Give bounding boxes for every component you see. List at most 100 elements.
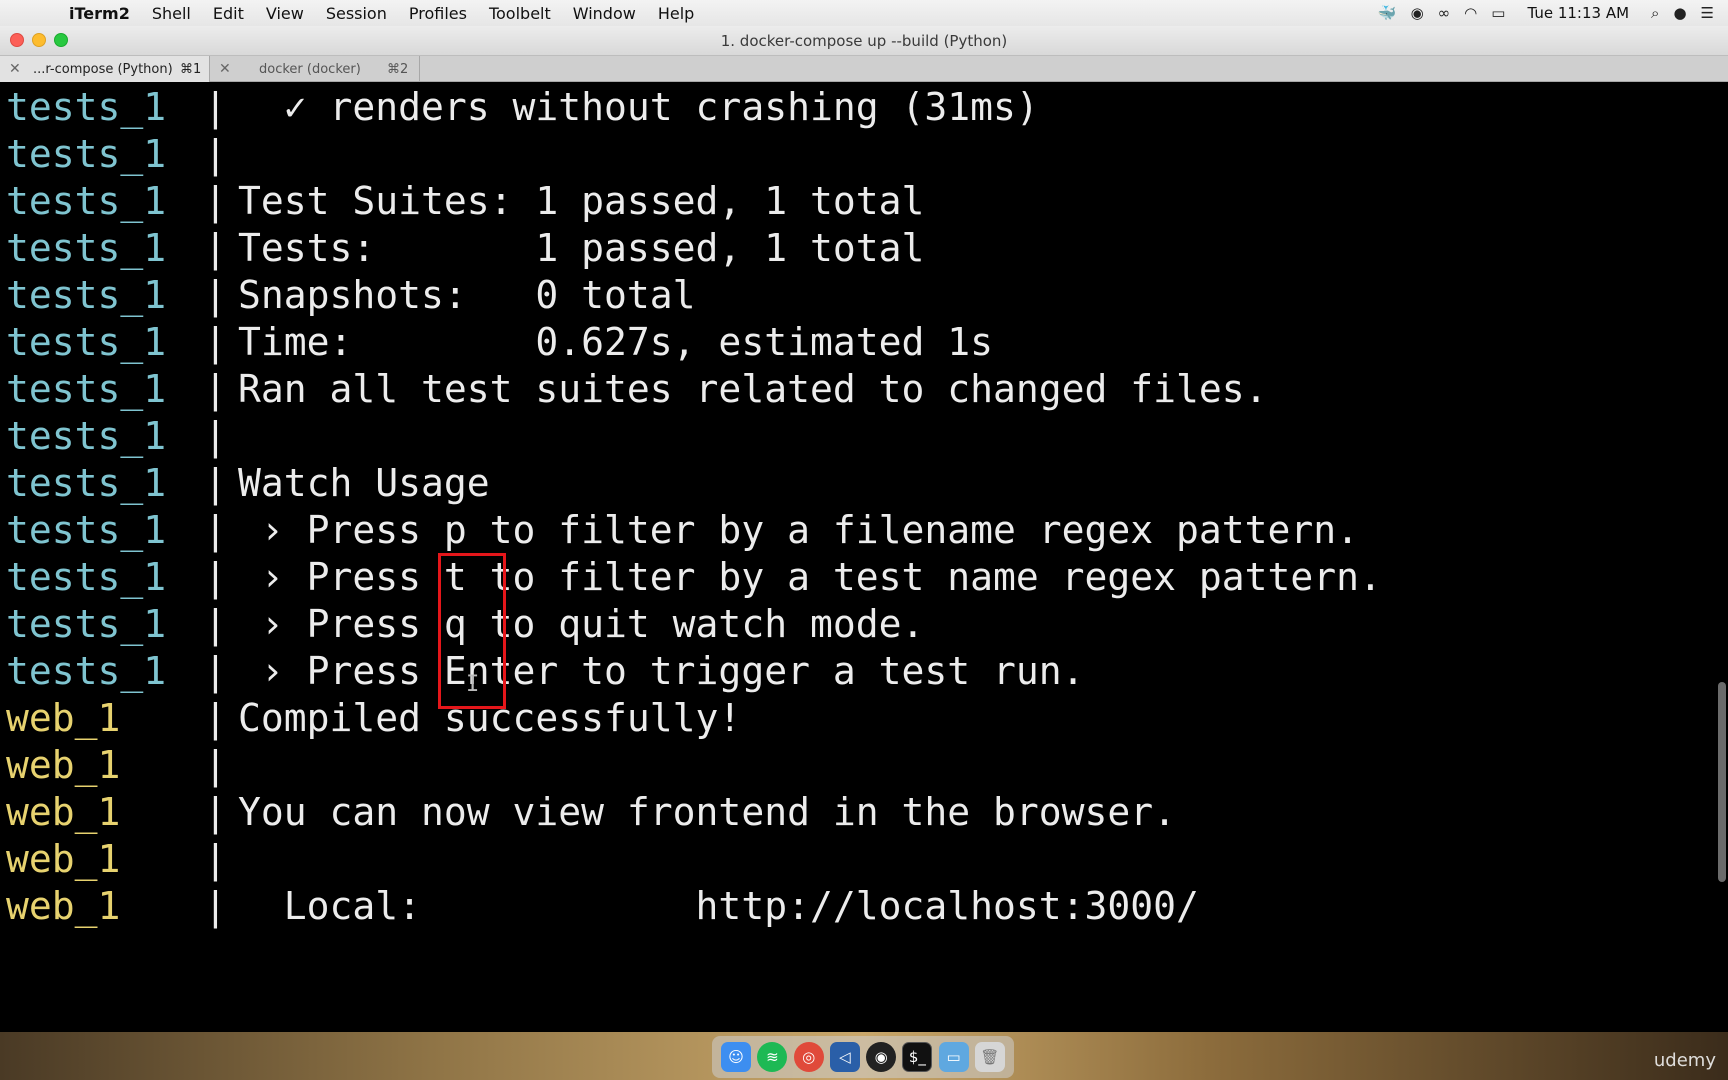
service-name: tests_1 — [6, 649, 167, 693]
vscode-icon[interactable]: ◁ — [829, 1042, 860, 1072]
log-text: › Press t to filter by a test name regex… — [238, 555, 1382, 599]
menubar-clock[interactable]: Tue 11:13 AM — [1519, 4, 1637, 22]
spotlight-icon[interactable]: ⌕ — [1651, 4, 1659, 22]
terminal-line: tests_1 | Watch Usage — [6, 458, 490, 509]
separator: | — [204, 555, 227, 599]
docker-icon[interactable]: 🐳 — [1378, 4, 1397, 22]
log-text: › Press q to quit watch mode. — [238, 602, 925, 646]
terminal-scrollbar[interactable] — [1718, 682, 1726, 882]
service-name: tests_1 — [6, 273, 167, 317]
terminal-output[interactable]: tests_1 | ✓ renders without crashing (31m… — [0, 82, 1728, 1032]
separator: | — [204, 649, 227, 693]
window-title: 1. docker-compose up --build (Python) — [720, 32, 1008, 50]
terminal-line: tests_1 | ✓ renders without crashing (31m… — [6, 82, 1039, 133]
service-name: web_1 — [6, 837, 121, 881]
wifi-icon[interactable]: ◠ — [1464, 4, 1477, 22]
service-name: tests_1 — [6, 367, 167, 411]
folder-icon[interactable]: ▭ — [938, 1042, 969, 1072]
close-tab-icon[interactable]: ✕ — [219, 61, 231, 77]
status-area: 🐳 ◉ ∞ ◠ ▭ Tue 11:13 AM ⌕ ● ☰ — [1378, 4, 1728, 22]
terminal-line: tests_1 | Test Suites: 1 passed, 1 total — [6, 176, 924, 227]
log-text: › Press Enter to trigger a test run. — [238, 649, 1085, 693]
obs-icon[interactable]: ◉ — [866, 1042, 897, 1072]
menu-edit[interactable]: Edit — [202, 4, 255, 23]
separator: | — [204, 884, 227, 928]
obs-icon[interactable]: ◉ — [1411, 4, 1424, 22]
window-titlebar: 1. docker-compose up --build (Python) — [0, 26, 1728, 56]
menu-window[interactable]: Window — [562, 4, 647, 23]
udemy-watermark: udemy — [1653, 1050, 1716, 1071]
tab-docker-compose[interactable]: ✕ ...r-compose (Python) ⌘1 — [0, 56, 210, 82]
glasses-icon[interactable]: ∞ — [1438, 4, 1451, 22]
service-name: tests_1 — [6, 508, 167, 552]
log-text: You can now view frontend in the browser… — [238, 790, 1176, 834]
service-name: web_1 — [6, 790, 121, 834]
terminal-line: tests_1 | Time: 0.627s, estimated 1s — [6, 317, 993, 368]
separator: | — [204, 320, 227, 364]
log-text: › Press p to filter by a filename regex … — [238, 508, 1360, 552]
separator: | — [204, 743, 227, 787]
tab-bar: ✕ ...r-compose (Python) ⌘1 ✕ docker (doc… — [0, 56, 1728, 82]
log-text: Ran all test suites related to changed f… — [238, 367, 1268, 411]
terminal-line: web_1 | — [6, 740, 238, 791]
separator: | — [204, 85, 227, 129]
terminal-line: tests_1 | Tests: 1 passed, 1 total — [6, 223, 924, 274]
log-text: Watch Usage — [238, 461, 490, 505]
separator: | — [204, 837, 227, 881]
log-text: Local: http://localhost:3000/ — [238, 884, 1199, 928]
terminal-line: tests_1 | › Press Enter to trigger a test… — [6, 646, 1084, 697]
service-name: tests_1 — [6, 555, 167, 599]
service-name: tests_1 — [6, 85, 167, 129]
menu-toolbelt[interactable]: Toolbelt — [478, 4, 562, 23]
terminal-line: web_1 | — [6, 834, 238, 885]
tab-docker[interactable]: ✕ docker (docker) ⌘2 — [210, 56, 420, 82]
tab-label: docker (docker) — [259, 61, 361, 77]
finder-icon[interactable]: ☺ — [721, 1042, 752, 1072]
terminal-line: tests_1 | Snapshots: 0 total — [6, 270, 696, 321]
terminal-line: web_1 | Compiled successfully! — [6, 693, 741, 744]
separator: | — [204, 226, 227, 270]
trash-icon[interactable]: 🗑 — [974, 1042, 1005, 1072]
separator: | — [204, 461, 227, 505]
menu-shell[interactable]: Shell — [141, 4, 202, 23]
log-text: Tests: 1 passed, 1 total — [238, 226, 925, 270]
service-name: tests_1 — [6, 414, 167, 458]
terminal-line: tests_1 | Ran all test suites related to c… — [6, 364, 1268, 415]
separator: | — [204, 367, 227, 411]
close-tab-icon[interactable]: ✕ — [9, 61, 21, 77]
tab-shortcut: ⌘2 — [387, 61, 409, 77]
chrome-icon[interactable]: ◎ — [793, 1042, 824, 1072]
notification-center-icon[interactable]: ☰ — [1701, 4, 1714, 22]
terminal-line: tests_1 | › Press p to filter by a filena… — [6, 505, 1359, 556]
menu-bar: iTerm2 Shell Edit View Session Profiles … — [0, 0, 1728, 26]
separator: | — [204, 273, 227, 317]
terminal-line: tests_1 | — [6, 411, 238, 462]
menu-profiles[interactable]: Profiles — [398, 4, 478, 23]
service-name: tests_1 — [6, 602, 167, 646]
battery-icon[interactable]: ▭ — [1491, 4, 1505, 22]
menu-session[interactable]: Session — [315, 4, 398, 23]
spotify-icon[interactable]: ≋ — [757, 1042, 788, 1072]
log-text: ✓ renders without crashing (31ms) — [238, 85, 1039, 129]
separator: | — [204, 414, 227, 458]
separator: | — [204, 132, 227, 176]
terminal-line: tests_1 | — [6, 129, 238, 180]
terminal-icon[interactable]: $_ — [902, 1042, 933, 1072]
service-name: web_1 — [6, 884, 121, 928]
service-name: tests_1 — [6, 132, 167, 176]
service-name: tests_1 — [6, 461, 167, 505]
service-name: tests_1 — [6, 179, 167, 223]
separator: | — [204, 696, 227, 740]
service-name: tests_1 — [6, 226, 167, 270]
service-name: tests_1 — [6, 320, 167, 364]
menu-help[interactable]: Help — [647, 4, 705, 23]
terminal-line: web_1 | Local: http://localhost:3000/ — [6, 881, 1199, 932]
text-cursor-icon: I — [466, 672, 480, 697]
menu-iterm2[interactable]: iTerm2 — [58, 4, 141, 23]
log-text: Snapshots: 0 total — [238, 273, 696, 317]
separator: | — [204, 508, 227, 552]
log-text: Test Suites: 1 passed, 1 total — [238, 179, 925, 223]
menu-view[interactable]: View — [255, 4, 315, 23]
siri-icon[interactable]: ● — [1673, 4, 1686, 22]
separator: | — [204, 602, 227, 646]
